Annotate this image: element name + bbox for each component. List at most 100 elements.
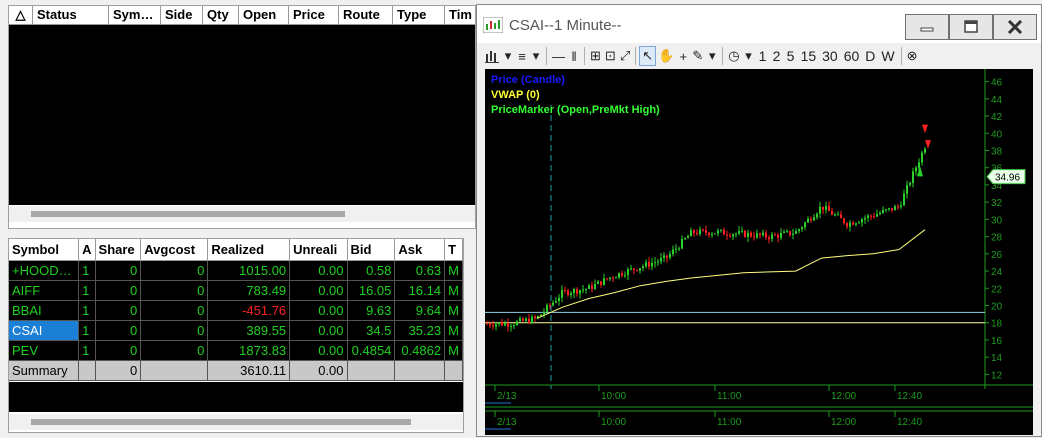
- candle-body: [543, 311, 545, 315]
- col-type[interactable]: Type: [393, 6, 445, 24]
- interval-1[interactable]: 1: [756, 46, 770, 66]
- cell-symbol-selected: CSAI: [9, 320, 80, 341]
- candle-body: [801, 227, 803, 230]
- cell-unrealized: 0.00: [289, 260, 348, 281]
- col-time[interactable]: Tim: [445, 6, 475, 24]
- split-horizontal-icon[interactable]: —: [550, 46, 567, 66]
- col-unrealized[interactable]: Unreali: [289, 239, 348, 261]
- close-button[interactable]: [993, 14, 1037, 40]
- hand-icon[interactable]: ✋: [656, 46, 676, 66]
- candle-body: [729, 235, 731, 237]
- interval-60[interactable]: 60: [841, 46, 863, 66]
- maximize-button[interactable]: [949, 14, 993, 40]
- candle-body: [747, 232, 749, 237]
- candle-body: [834, 214, 836, 216]
- candle-body: [918, 162, 920, 168]
- orders-scroll-thumb[interactable]: [31, 211, 345, 217]
- candle-body: [738, 231, 740, 234]
- candle-body: [516, 321, 518, 326]
- pointer-icon[interactable]: ↖: [639, 46, 657, 66]
- candle-body: [489, 323, 491, 326]
- col-qty[interactable]: Qty: [203, 6, 239, 24]
- candle-body: [678, 248, 680, 250]
- col-side[interactable]: Side: [161, 6, 203, 24]
- x-tick-label: 12:00: [831, 391, 856, 402]
- candle-body: [870, 215, 872, 217]
- x2-tick-label: 11:00: [717, 417, 742, 428]
- candle-body: [633, 268, 635, 270]
- y-tick-label: 42: [991, 112, 1003, 123]
- candle-body: [597, 281, 599, 284]
- col-open[interactable]: Open: [239, 6, 289, 24]
- cell-shares: 0: [95, 340, 142, 361]
- x2-tick-label: 12:40: [897, 417, 922, 428]
- col-realized[interactable]: Realized: [207, 239, 291, 261]
- col-bid[interactable]: Bid: [347, 239, 396, 261]
- chevron-down-icon[interactable]: ▾: [529, 46, 543, 66]
- cell-bid: 0.4854: [347, 340, 396, 361]
- chevron-down-icon[interactable]: ▾: [705, 46, 719, 66]
- candle-body: [564, 290, 566, 292]
- positions-hscrollbar[interactable]: [9, 414, 463, 430]
- candle-body: [846, 223, 848, 227]
- candle-body: [732, 234, 734, 237]
- chart-titlebar[interactable]: CSAI--1 Minute--: [477, 5, 1041, 43]
- col-symbol[interactable]: Sym…: [109, 6, 161, 24]
- orders-panel: △ Status Sym… Side Qty Open Price Route …: [8, 5, 476, 229]
- interval-week[interactable]: W: [878, 46, 897, 66]
- col-route[interactable]: Route: [339, 6, 393, 24]
- interval-30[interactable]: 30: [819, 46, 841, 66]
- interval-day[interactable]: D: [862, 46, 878, 66]
- col-avgcost[interactable]: Avgcost: [140, 239, 209, 261]
- col-price[interactable]: Price: [289, 6, 339, 24]
- sort-triangle-icon[interactable]: △: [9, 6, 33, 24]
- table-row[interactable]: PEV 1 0 0 1873.83 0.00 0.4854 0.4862 M: [9, 340, 463, 361]
- crosshair-icon[interactable]: +: [676, 46, 690, 66]
- pen-icon[interactable]: ✎: [690, 46, 705, 66]
- candle-body: [879, 212, 881, 215]
- table-row[interactable]: CSAI 1 0 0 389.55 0.00 34.5 35.23 M: [9, 320, 463, 341]
- candle-body: [882, 209, 884, 213]
- split-vertical-icon[interactable]: ‖: [567, 46, 581, 66]
- minimize-button[interactable]: [905, 14, 949, 40]
- col-symbol[interactable]: Symbol: [9, 239, 80, 261]
- table-row[interactable]: +HOOD… 1 0 0 1015.00 0.00 0.58 0.63 M: [9, 260, 463, 281]
- layers-icon[interactable]: ≡: [515, 46, 529, 66]
- interval-15[interactable]: 15: [798, 46, 820, 66]
- col-ask[interactable]: Ask: [394, 239, 446, 261]
- cell-bid: 16.05: [347, 280, 396, 301]
- crosshair-box-icon[interactable]: ⊞: [588, 46, 603, 66]
- chevron-down-icon[interactable]: ▾: [742, 46, 756, 66]
- candle-body: [666, 255, 668, 258]
- col-status[interactable]: Status: [33, 6, 109, 24]
- interval-2[interactable]: 2: [770, 46, 784, 66]
- candle-body: [507, 323, 509, 327]
- interval-5[interactable]: 5: [784, 46, 798, 66]
- chart-type-icon[interactable]: [483, 46, 501, 66]
- resize-icon[interactable]: ⤢: [618, 46, 632, 66]
- zoom-box-icon[interactable]: ⊡: [603, 46, 618, 66]
- orders-hscrollbar[interactable]: [9, 206, 475, 222]
- table-row[interactable]: AIFF 1 0 0 783.49 0.00 16.05 16.14 M: [9, 280, 463, 301]
- candle-body: [492, 325, 494, 327]
- col-shares[interactable]: Share: [95, 239, 142, 261]
- candle-body: [891, 208, 893, 211]
- y-tick-label: 44: [991, 95, 1003, 106]
- col-t[interactable]: T: [444, 239, 463, 261]
- candle-body: [744, 230, 746, 237]
- price-chart[interactable]: 46444240383634323028262422201816141234.9…: [485, 69, 1033, 435]
- table-row[interactable]: BBAI 1 0 0 -451.76 0.00 9.63 9.64 M: [9, 300, 463, 321]
- col-account[interactable]: A: [78, 239, 96, 261]
- chevron-down-icon[interactable]: ▾: [501, 46, 515, 66]
- candle-body: [711, 234, 713, 236]
- positions-scroll-thumb[interactable]: [31, 419, 411, 425]
- candle-body: [528, 318, 530, 323]
- cell-realized: 389.55: [207, 320, 291, 341]
- clock-icon[interactable]: ◷: [726, 46, 741, 66]
- close-circle-icon[interactable]: ⊗: [905, 46, 920, 66]
- candle-body: [789, 231, 791, 236]
- cell-avgcost: 0: [140, 280, 209, 301]
- cell-account: 1: [78, 320, 96, 341]
- candle-body: [570, 293, 572, 295]
- chart-plot-area[interactable]: 46444240383634323028262422201816141234.9…: [485, 69, 1033, 435]
